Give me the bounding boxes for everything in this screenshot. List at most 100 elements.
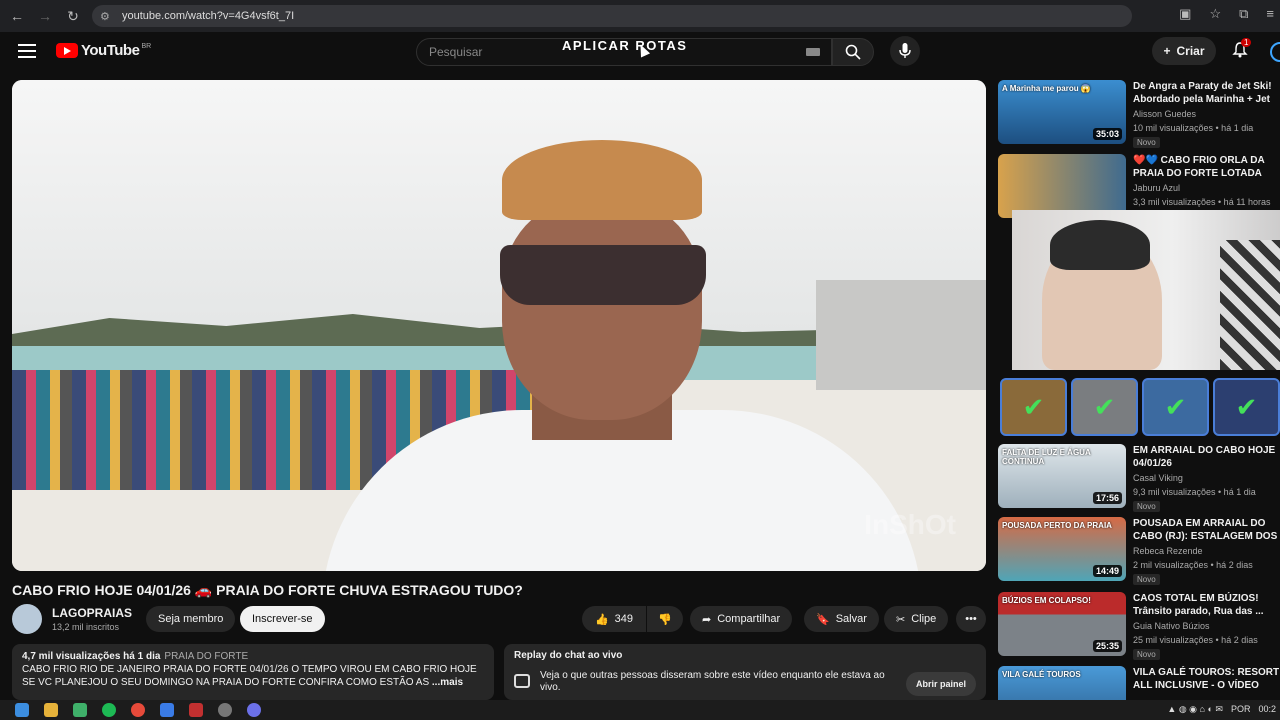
thumbnail-caption: BÚZIOS EM COLAPSO!: [1002, 596, 1091, 605]
person-face: [502, 200, 702, 420]
recommendation-title[interactable]: EM ARRAIAL DO CABO HOJE 04/01/26: [1133, 444, 1280, 470]
person-sunglasses: [500, 245, 706, 305]
obs-icon[interactable]: [218, 703, 232, 717]
clip-button[interactable]: ✂ Clipe: [884, 606, 949, 632]
open-chat-button[interactable]: Abrir painel: [905, 672, 976, 696]
reading-list-icon[interactable]: ≡: [1266, 6, 1274, 22]
recommendation-item[interactable]: POUSADA PERTO DA PRAIA 14:49 POUSADA EM …: [998, 517, 1280, 587]
recommendation-stats: 25 mil visualizações • há 2 dias: [1133, 635, 1258, 645]
recommendation-title[interactable]: CAOS TOTAL EM BÚZIOS! Trânsito parado, R…: [1133, 592, 1280, 618]
app-icon[interactable]: [73, 703, 87, 717]
new-badge: Novo: [1133, 574, 1160, 585]
discord-icon[interactable]: [247, 703, 261, 717]
video-title: CABO FRIO HOJE 04/01/26 🚗 PRAIA DO FORTE…: [12, 582, 523, 598]
share-button[interactable]: ➦ Compartilhar: [690, 606, 793, 632]
recommendation-thumbnail[interactable]: [998, 154, 1126, 218]
thumbnail-caption: FALTA DE LUZ E ÁGUA CONTINUA: [1002, 448, 1091, 466]
thumbs-down-icon: 👎: [658, 613, 672, 626]
back-icon[interactable]: ←: [6, 5, 28, 27]
recommendation-title[interactable]: ❤️💙 CABO FRIO ORLA DA PRAIA DO FORTE LOT…: [1133, 154, 1280, 180]
app-icon[interactable]: [189, 703, 203, 717]
recommendation-thumbnail[interactable]: FALTA DE LUZ E ÁGUA CONTINUA 17:56: [998, 444, 1126, 508]
like-count: 349: [614, 613, 634, 625]
recommendation-thumbnail[interactable]: POUSADA PERTO DA PRAIA 14:49: [998, 517, 1126, 581]
more-icon: •••: [965, 613, 977, 625]
recommendation-item[interactable]: A Marinha me parou 😱 35:03 De Angra a Pa…: [998, 80, 1280, 150]
check-icon: ✔: [1000, 378, 1067, 436]
language-indicator[interactable]: POR: [1231, 704, 1251, 715]
channel-name[interactable]: LAGOPRAIAS: [52, 606, 132, 620]
share-icon: ➦: [702, 613, 712, 626]
description-tag[interactable]: PRAIA DO FORTE: [164, 651, 248, 662]
recommendation-title[interactable]: VILA GALÉ TOUROS: RESORT ALL INCLUSIVE -…: [1133, 666, 1280, 692]
overlay-caption: APLICAR ROTAS: [562, 38, 688, 53]
address-bar[interactable]: ⚙ youtube.com/watch?v=4G4vsf6t_7I: [92, 5, 1132, 27]
clock[interactable]: 00:2: [1258, 704, 1276, 715]
account-avatar[interactable]: [1270, 42, 1280, 62]
recommendation-stats: 9,3 mil visualizações • há 1 dia: [1133, 487, 1256, 497]
thumbnail-caption: A Marinha me parou 😱: [1002, 84, 1091, 93]
channel-avatar[interactable]: [12, 604, 42, 634]
description-line-2: SE VC PLANEJOU O SEU DOMINGO NA PRAIA DO…: [22, 677, 430, 688]
voice-search-button[interactable]: [890, 36, 920, 66]
video-player[interactable]: InShOt: [12, 80, 986, 571]
search-button[interactable]: [832, 38, 874, 66]
create-button[interactable]: + Criar: [1152, 37, 1216, 65]
recommendation-title[interactable]: De Angra a Paraty de Jet Ski! Abordado p…: [1133, 80, 1280, 106]
subscribe-label: Inscrever-se: [252, 613, 313, 625]
tray-icons[interactable]: ▲ ◍ ◉ ⌂ ◐ ✉: [1167, 704, 1223, 715]
video-duration: 17:56: [1092, 492, 1122, 504]
save-button[interactable]: 🔖 Salvar: [804, 606, 879, 632]
plus-icon: +: [1163, 44, 1171, 58]
chat-icon: [514, 674, 530, 688]
recommendation-thumbnail[interactable]: A Marinha me parou 😱 35:03: [998, 80, 1126, 144]
forward-icon[interactable]: →: [34, 5, 56, 27]
more-actions-button[interactable]: •••: [956, 606, 986, 632]
bookmark-star-icon[interactable]: ☆: [1209, 6, 1221, 22]
reload-icon[interactable]: ↻: [62, 5, 84, 27]
new-badge: Novo: [1133, 649, 1160, 660]
recommendation-channel[interactable]: Casal Viking: [1133, 473, 1183, 483]
like-button[interactable]: 👍 349: [582, 606, 646, 632]
share-label: Compartilhar: [717, 613, 781, 625]
video-duration: 25:35: [1092, 640, 1122, 652]
recommendation-thumbnail[interactable]: BÚZIOS EM COLAPSO! 25:35: [998, 592, 1126, 656]
video-watermark: InShOt: [864, 509, 956, 540]
recommendation-thumbnail[interactable]: VILA GALÉ TOUROS: [998, 666, 1126, 700]
keyboard-icon[interactable]: [806, 48, 820, 56]
file-explorer-icon[interactable]: [44, 703, 58, 717]
spotify-icon[interactable]: [102, 703, 116, 717]
edge-icon[interactable]: [160, 703, 174, 717]
youtube-logo[interactable]: YouTube BR: [56, 42, 151, 59]
recommendation-channel[interactable]: Rebeca Rezende: [1133, 546, 1203, 556]
install-icon[interactable]: ▣: [1179, 6, 1191, 22]
description-more-link[interactable]: ...mais: [432, 677, 463, 688]
dislike-button[interactable]: 👎: [647, 606, 683, 632]
recommendation-item[interactable]: VILA GALÉ TOUROS VILA GALÉ TOUROS: RESOR…: [998, 666, 1280, 700]
subscribe-button[interactable]: Inscrever-se: [240, 606, 325, 632]
recommendation-channel[interactable]: Guia Nativo Búzios: [1133, 621, 1210, 631]
chat-replay-box: Replay do chat ao vivo Veja o que outras…: [504, 644, 986, 700]
recommendation-stats: 3,3 mil visualizações • há 11 horas: [1133, 197, 1271, 207]
start-icon[interactable]: [15, 703, 29, 717]
recommendation-item[interactable]: FALTA DE LUZ E ÁGUA CONTINUA 17:56 EM AR…: [998, 444, 1280, 514]
menu-icon[interactable]: [18, 44, 36, 58]
bookmark-icon: 🔖: [816, 613, 830, 626]
recommendation-channel[interactable]: Alisson Guedes: [1133, 109, 1196, 119]
person-cap: [502, 140, 702, 220]
description-line-1: CABO FRIO RIO DE JANEIRO PRAIA DO FORTE …: [22, 664, 477, 675]
recommendation-channel[interactable]: Jaburu Azul: [1133, 183, 1180, 193]
join-button[interactable]: Seja membro: [146, 606, 236, 632]
logo-text: YouTube: [81, 42, 140, 59]
video-duration: 35:03: [1092, 128, 1122, 140]
recommendation-title[interactable]: POUSADA EM ARRAIAL DO CABO (RJ): ESTALAG…: [1133, 517, 1280, 543]
save-label: Salvar: [835, 613, 867, 625]
site-info-icon[interactable]: ⚙: [100, 10, 114, 23]
description-box[interactable]: 4,7 mil visualizações há 1 dia PRAIA DO F…: [12, 644, 494, 700]
chat-replay-body: Veja o que outras pessoas disseram sobre…: [540, 670, 885, 693]
recommendation-item[interactable]: BÚZIOS EM COLAPSO! 25:35 CAOS TOTAL EM B…: [998, 592, 1280, 662]
webcam-overlay: [1012, 210, 1280, 370]
clip-label: Clipe: [911, 613, 937, 625]
chrome-icon[interactable]: [131, 703, 145, 717]
extensions-icon[interactable]: ⧉: [1239, 6, 1248, 22]
